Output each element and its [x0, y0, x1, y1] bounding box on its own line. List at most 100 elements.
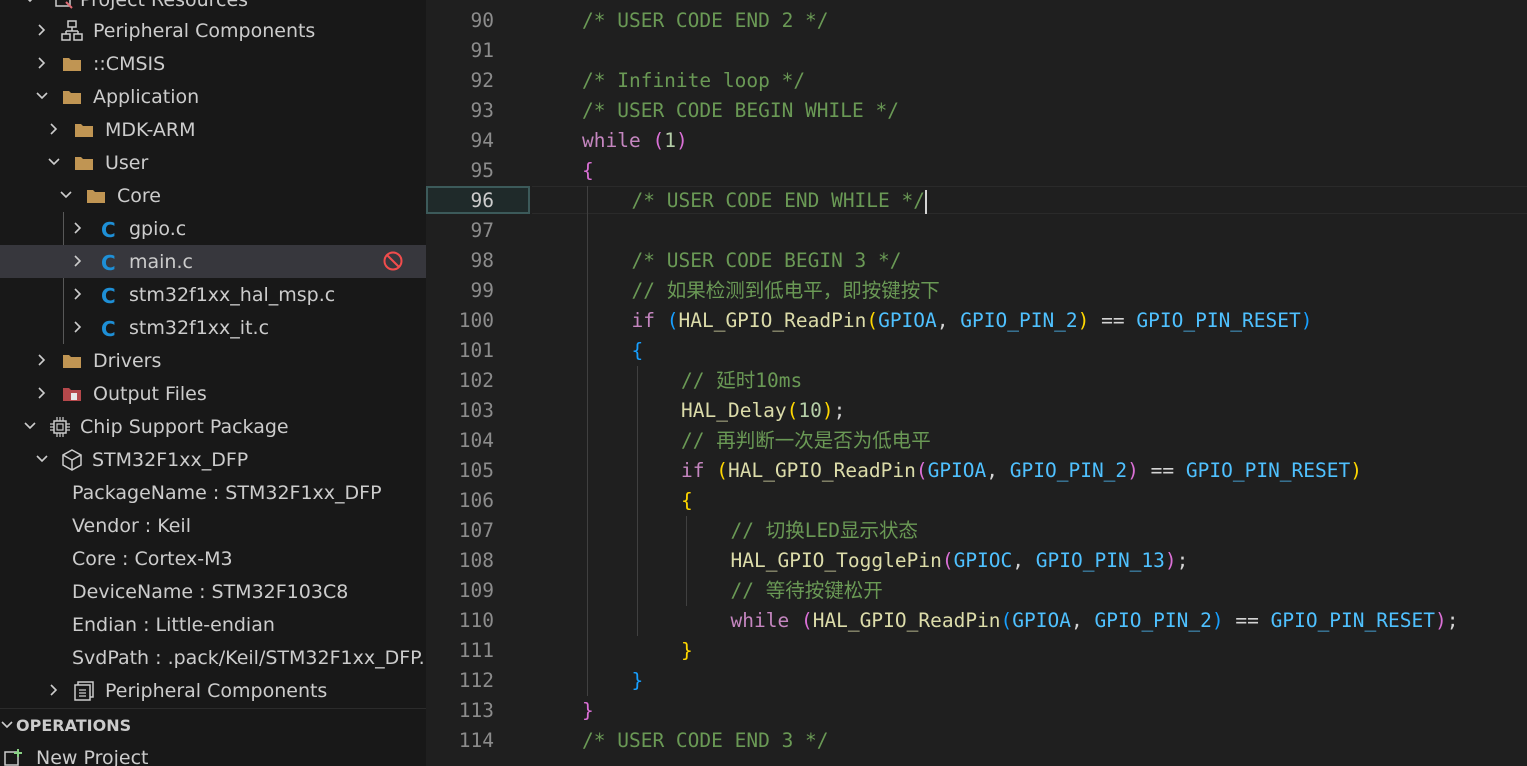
code-line[interactable]: /* USER CODE BEGIN 3 */: [632, 246, 902, 276]
tree-item-cmsis[interactable]: ::CMSIS: [0, 47, 426, 80]
code-line[interactable]: // 再判断一次是否为低电平: [681, 426, 931, 456]
code-token: 1: [664, 129, 676, 152]
code-line[interactable]: /* USER CODE END WHILE */: [632, 186, 927, 216]
chevron-right-icon[interactable]: [32, 14, 52, 47]
new-project-item[interactable]: New Project: [0, 742, 426, 766]
chevron-right-icon[interactable]: [44, 674, 64, 707]
code-token: ): [1127, 459, 1139, 482]
tree-item-drivers[interactable]: Drivers: [0, 344, 426, 377]
code-line[interactable]: while (1): [582, 126, 688, 156]
svg-text:C: C: [101, 218, 116, 241]
operations-section-header[interactable]: OPERATIONS: [0, 711, 426, 739]
code-token: ==: [1089, 309, 1137, 332]
code-token: GPIO_PIN_2: [1009, 459, 1128, 482]
tree-item-peripheral-components[interactable]: Peripheral Components: [0, 674, 426, 707]
code-line[interactable]: /* USER CODE BEGIN WHILE */: [582, 96, 899, 126]
code-line[interactable]: /* USER CODE END 3 */: [582, 726, 829, 756]
tree-item-application[interactable]: Application: [0, 80, 426, 113]
chevron-right-icon[interactable]: [68, 311, 88, 344]
code-token: // 如果检测到低电平，即按键按下: [631, 279, 940, 302]
code-editor[interactable]: 90 91 92 93 94 95 96 97 98 99 100 101 102 103 104 105 10…: [426, 0, 1527, 766]
code-token: GPIOA: [927, 459, 987, 482]
code-token: ): [675, 129, 688, 152]
code-line[interactable]: // 等待按键松开: [731, 576, 883, 606]
code-token: }: [582, 699, 594, 722]
chevron-down-icon[interactable]: [32, 443, 52, 476]
tree-item-output-files[interactable]: Output Files: [0, 377, 426, 410]
code-token: ,: [936, 309, 961, 332]
tree-item-label: Vendor : Keil: [72, 515, 191, 537]
tree-item-main-c[interactable]: Cmain.c: [0, 245, 426, 278]
tree-item-gpio-c[interactable]: Cgpio.c: [0, 212, 426, 245]
folder-icon: [72, 118, 96, 142]
tree-item-packagename-stm32f1xx-dfp[interactable]: PackageName : STM32F1xx_DFP: [0, 476, 426, 509]
chevron-right-icon[interactable]: [44, 113, 64, 146]
tree-item-stm32f1xx-dfp[interactable]: STM32F1xx_DFP: [0, 443, 426, 476]
code-token: ;: [833, 399, 846, 422]
tree-item-devicename-stm32f103c8[interactable]: DeviceName : STM32F103C8: [0, 575, 426, 608]
code-line[interactable]: if (HAL_GPIO_ReadPin(GPIOA, GPIO_PIN_2) …: [681, 456, 1362, 486]
code-line[interactable]: {: [582, 156, 594, 186]
code-line[interactable]: /* USER CODE END 2 */: [582, 6, 829, 36]
tree-item-chip-support-package[interactable]: Chip Support Package: [0, 410, 426, 443]
tree-item-stm32f1xx-hal-msp-c[interactable]: Cstm32f1xx_hal_msp.c: [0, 278, 426, 311]
code-token: }: [681, 639, 693, 662]
chevron-down-icon[interactable]: [20, 410, 40, 443]
line-number: 110: [458, 609, 494, 632]
tree-item-core-cortex-m3[interactable]: Core : Cortex-M3: [0, 542, 426, 575]
tree-item-svdpath-pack-keil-stm32f1xx-dfp[interactable]: SvdPath : .pack/Keil/STM32F1xx_DFP....: [0, 641, 426, 674]
code-line[interactable]: // 如果检测到低电平，即按键按下: [632, 276, 940, 306]
code-line[interactable]: }: [582, 696, 594, 726]
code-line[interactable]: {: [632, 336, 644, 366]
chevron-right-icon[interactable]: [68, 278, 88, 311]
tree-item-mdk-arm[interactable]: MDK-ARM: [0, 113, 426, 146]
indent-guide: [636, 366, 638, 636]
code-token: ): [1211, 609, 1224, 632]
chevron-down-icon[interactable]: [56, 179, 76, 212]
c-file-icon: C: [98, 283, 122, 308]
tree-item-user[interactable]: User: [0, 146, 426, 179]
code-line[interactable]: HAL_Delay(10);: [681, 396, 845, 426]
code-line[interactable]: /* Infinite loop */: [582, 66, 805, 96]
chevron-down-icon[interactable]: [32, 80, 52, 113]
text-cursor: [925, 189, 927, 214]
tree-item-label: Endian : Little-endian: [72, 614, 275, 636]
code-line[interactable]: }: [681, 636, 693, 666]
chevron-down-icon[interactable]: [44, 146, 64, 179]
code-line[interactable]: }: [632, 666, 644, 696]
chevron-right-icon[interactable]: [68, 212, 88, 245]
tree-item-peripheral-components[interactable]: Peripheral Components: [0, 14, 426, 47]
c-file-icon: C: [98, 250, 122, 275]
c-file-icon: C: [98, 217, 122, 242]
tree-item-stm32f1xx-it-c[interactable]: Cstm32f1xx_it.c: [0, 311, 426, 344]
tree-item-label: DeviceName : STM32F103C8: [72, 581, 349, 603]
code-token: // 延时10ms: [681, 369, 803, 392]
chevron-right-icon[interactable]: [32, 377, 52, 410]
new-project-icon: [4, 749, 22, 766]
code-line[interactable]: while (HAL_GPIO_ReadPin(GPIOA, GPIO_PIN_…: [731, 606, 1459, 636]
code-line[interactable]: // 切换LED显示状态: [731, 516, 918, 546]
code-line[interactable]: if (HAL_GPIO_ReadPin(GPIOA, GPIO_PIN_2) …: [632, 306, 1313, 336]
code-token: // 切换LED显示状态: [730, 519, 918, 542]
tree-item-label: Core: [117, 185, 161, 207]
tree-item-label: Core : Cortex-M3: [72, 548, 233, 570]
tree-item-label: Application: [93, 86, 200, 108]
tree-item-vendor-keil[interactable]: Vendor : Keil: [0, 509, 426, 542]
chevron-right-icon[interactable]: [32, 344, 52, 377]
code-line[interactable]: // 延时10ms: [681, 366, 802, 396]
c-file-icon: C: [98, 316, 122, 341]
tree-item-endian-little-endian[interactable]: Endian : Little-endian: [0, 608, 426, 641]
code-line[interactable]: {: [681, 486, 693, 516]
line-number: 103: [458, 399, 494, 422]
code-line[interactable]: HAL_GPIO_TogglePin(GPIOC, GPIO_PIN_13);: [731, 546, 1189, 576]
chevron-right-icon[interactable]: [32, 47, 52, 80]
indent-guide: [587, 186, 588, 696]
code-token: HAL_GPIO_ReadPin: [812, 609, 1001, 632]
code-token: 10: [798, 399, 822, 422]
code-token: ,: [986, 459, 1010, 482]
tree-item-label: gpio.c: [129, 218, 187, 240]
chevron-right-icon[interactable]: [68, 245, 88, 278]
code-token: ;: [1176, 549, 1189, 572]
tree-item-core[interactable]: Core: [0, 179, 426, 212]
